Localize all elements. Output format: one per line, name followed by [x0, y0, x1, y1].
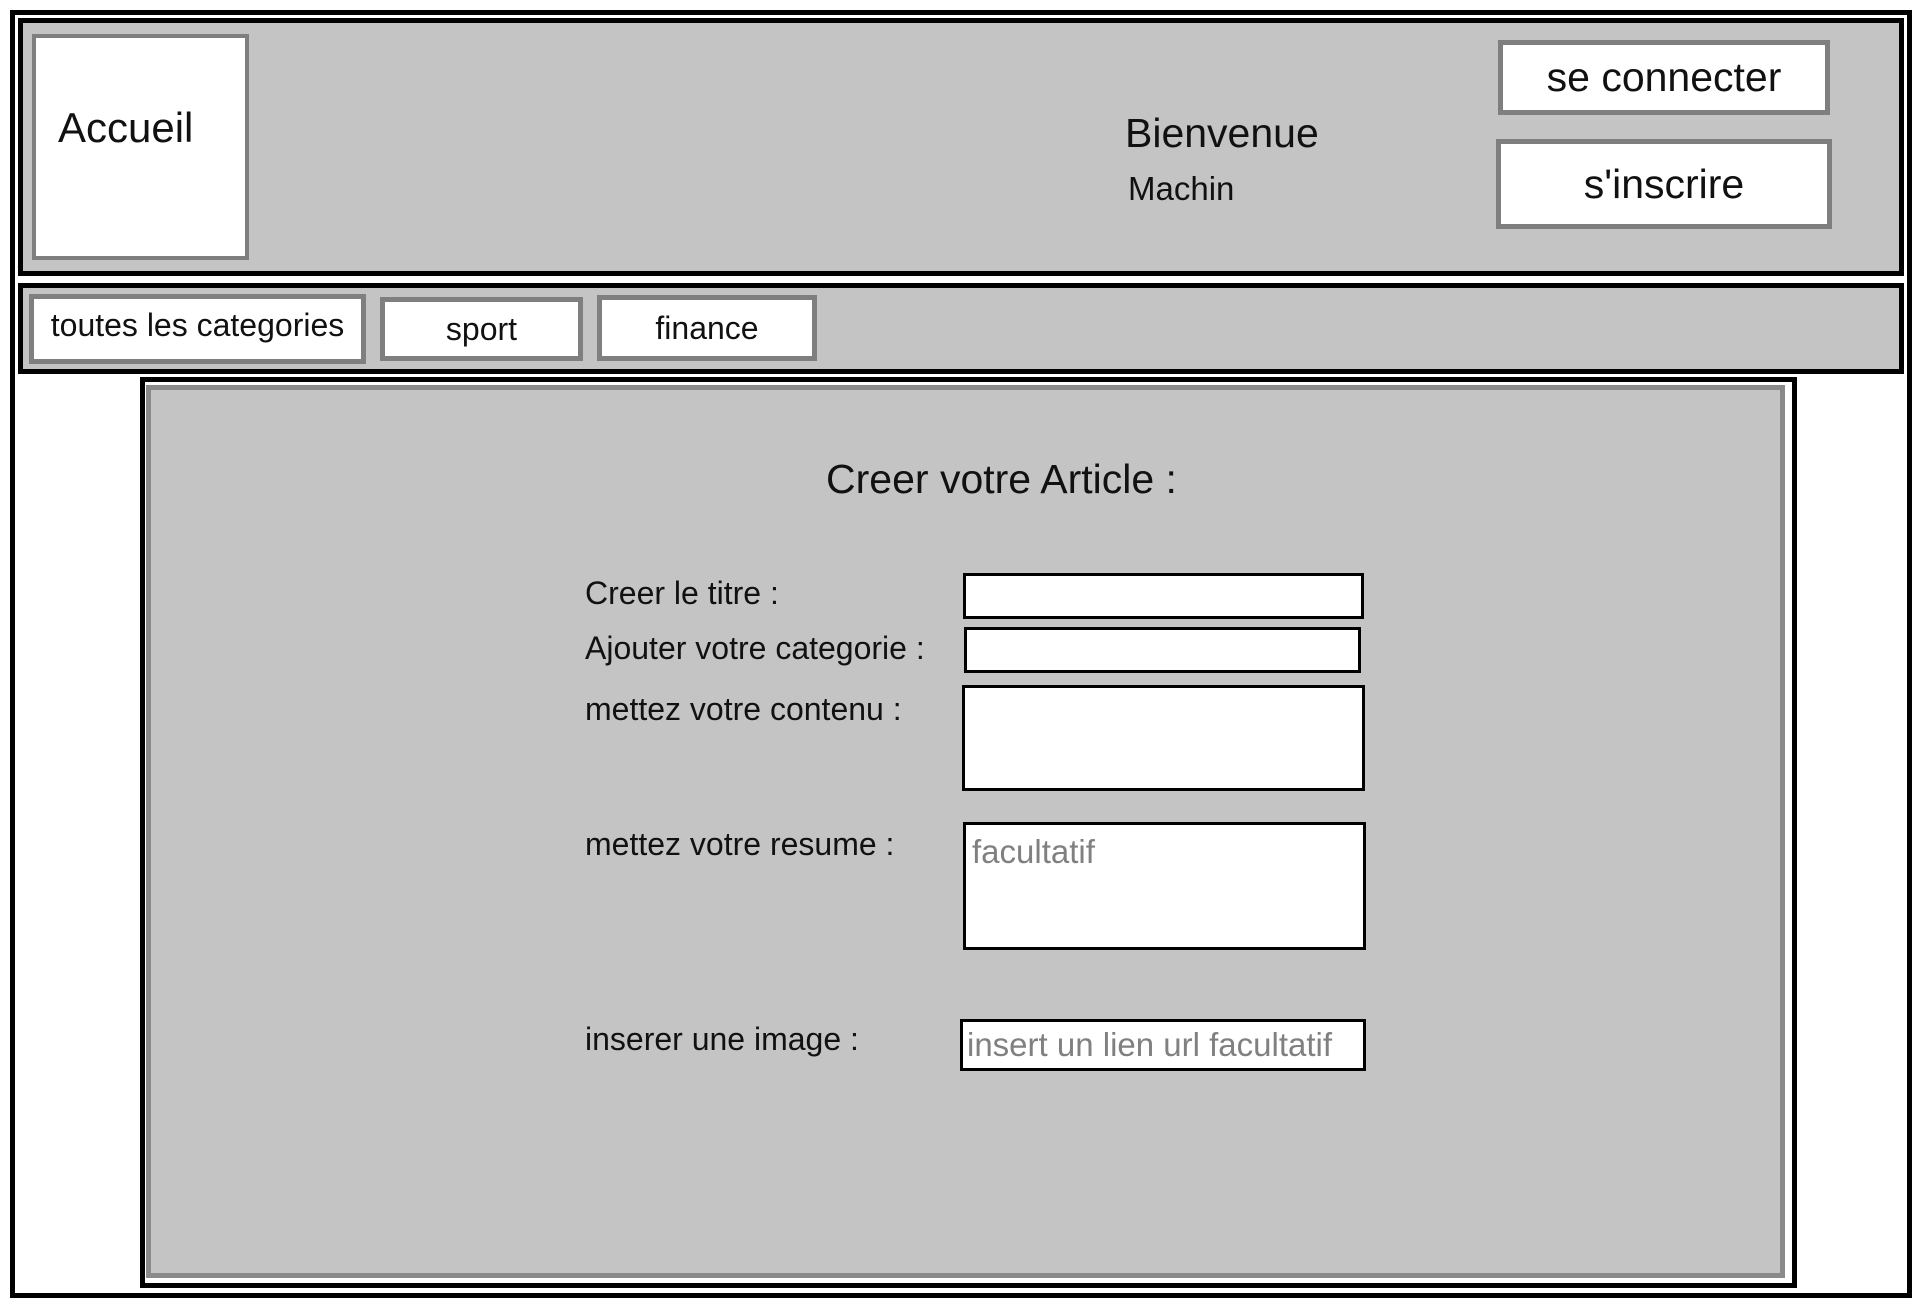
image-url-input[interactable]: [960, 1019, 1366, 1071]
image-label: inserer une image :: [585, 1021, 859, 1057]
title-input[interactable]: [963, 573, 1364, 619]
summary-label: mettez votre resume :: [585, 826, 895, 862]
category-label: Ajouter votre categorie :: [585, 630, 925, 666]
tab-all-categories[interactable]: toutes les categories: [29, 294, 366, 364]
welcome-text: Bienvenue: [1125, 110, 1319, 156]
title-label: Creer le titre :: [585, 575, 779, 611]
form-title: Creer votre Article :: [826, 456, 1177, 502]
signup-button[interactable]: s'inscrire: [1496, 139, 1832, 229]
tab-finance[interactable]: finance: [597, 295, 817, 361]
login-button[interactable]: se connecter: [1498, 40, 1830, 115]
category-input[interactable]: [964, 627, 1361, 673]
content-label: mettez votre contenu :: [585, 691, 902, 727]
content-textarea[interactable]: [962, 685, 1365, 791]
username-text: Machin: [1128, 170, 1235, 207]
home-link[interactable]: Accueil: [58, 104, 193, 152]
tab-sport[interactable]: sport: [380, 297, 583, 361]
summary-textarea[interactable]: [963, 822, 1366, 950]
